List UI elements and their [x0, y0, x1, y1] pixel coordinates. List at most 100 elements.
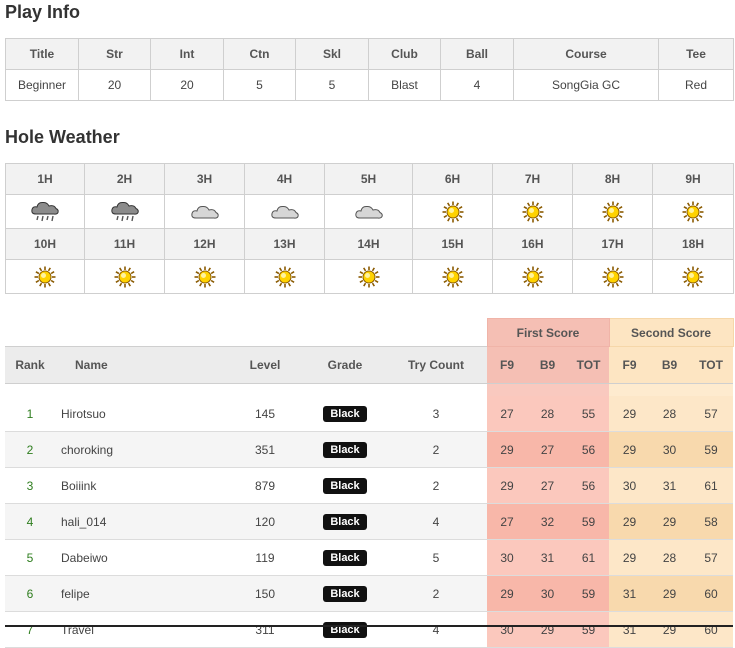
col-course: Course [513, 38, 659, 70]
rank-cell: 3 [5, 467, 55, 504]
table-row[interactable]: 6 felipe 150 Black 2 29 30 59 31 29 60 [5, 575, 734, 612]
try-count-cell: 2 [385, 467, 487, 504]
hole-weather-cell-7 [492, 194, 573, 229]
grade-cell: Black [305, 467, 385, 504]
first-b9-cell: 30 [527, 575, 568, 612]
hole-label-13: 13H [244, 228, 325, 260]
first-tot-cell: 55 [568, 396, 610, 432]
first-b9-cell: 32 [527, 503, 568, 540]
table-row[interactable]: 1 Hirotsuo 145 Black 3 27 28 55 29 28 57 [5, 396, 734, 432]
col-ball: Ball [440, 38, 514, 70]
grade-cell: Black [305, 503, 385, 540]
second-b9-cell: 28 [650, 396, 690, 432]
player-name[interactable]: Dabeiwo [55, 539, 225, 576]
grade-badge: Black [323, 405, 367, 422]
first-b9-cell: 28 [527, 396, 568, 432]
second-tot-cell: 59 [689, 431, 734, 468]
col-tee: Tee [658, 38, 734, 70]
col-ctn: Ctn [223, 38, 296, 70]
value-tee: Red [658, 69, 734, 101]
hole-weather-cell-15 [412, 259, 493, 294]
hole-label-11: 11H [84, 228, 165, 260]
hole-weather-cell-12 [164, 259, 245, 294]
value-int: 20 [150, 69, 224, 101]
hole-label-2: 2H [84, 163, 165, 195]
sun-icon [414, 201, 491, 223]
ranking-header-row: Rank Name Level Grade Try Count F9 B9 TO… [5, 346, 734, 384]
first-b9-cell: 31 [527, 539, 568, 576]
col-skl: Skl [295, 38, 369, 70]
cloud-icon [246, 203, 323, 221]
hole-weather-cell-9 [652, 194, 734, 229]
player-name[interactable]: Travel [55, 611, 225, 648]
table-row[interactable]: 3 Boiiink 879 Black 2 29 27 56 30 31 61 [5, 467, 734, 504]
player-name[interactable]: felipe [55, 575, 225, 612]
hole-weather-cell-1 [5, 194, 85, 229]
ranking-table: First Score Second Score Rank Name Level… [5, 318, 734, 648]
second-tot-cell: 61 [689, 467, 734, 504]
player-name[interactable]: choroking [55, 431, 225, 468]
hole-weather-cell-5 [324, 194, 413, 229]
second-tot-cell: 57 [689, 539, 734, 576]
col-second-b9: B9 [650, 346, 690, 384]
hole-weather-table: 1H 2H 3H 4H 5H 6H 7H 8H 9H 10H 11H 12H 13H 14H 15H 16H… [5, 163, 734, 294]
level-cell: 120 [225, 503, 305, 540]
value-str: 20 [78, 69, 151, 101]
level-cell: 311 [225, 611, 305, 648]
sun-icon [86, 266, 163, 288]
col-try-count: Try Count [385, 346, 487, 384]
try-count-cell: 2 [385, 575, 487, 612]
second-f9-cell: 30 [609, 467, 651, 504]
table-row[interactable]: 2 choroking 351 Black 2 29 27 56 29 30 59 [5, 431, 734, 468]
col-first-b9: B9 [527, 346, 568, 384]
rank-cell: 7 [5, 611, 55, 648]
sun-icon [574, 201, 651, 223]
grade-cell: Black [305, 575, 385, 612]
try-count-cell: 5 [385, 539, 487, 576]
table-row[interactable]: 7 Travel 311 Black 4 30 29 59 31 29 60 [5, 611, 734, 648]
play-info-table: Title Str Int Ctn Skl Club Ball Course T… [5, 38, 734, 101]
hole-weather-cell-2 [84, 194, 165, 229]
hole-weather-cell-16 [492, 259, 573, 294]
sun-icon [414, 266, 491, 288]
second-b9-cell: 29 [650, 611, 690, 648]
first-f9-cell: 29 [487, 467, 527, 504]
second-b9-cell: 30 [650, 431, 690, 468]
hole-label-14: 14H [324, 228, 413, 260]
table-row[interactable]: 4 hali_014 120 Black 4 27 32 59 29 29 58 [5, 503, 734, 540]
first-tot-cell: 59 [568, 611, 610, 648]
table-row[interactable]: 5 Dabeiwo 119 Black 5 30 31 61 29 28 57 [5, 539, 734, 576]
first-score-group: First Score [486, 318, 610, 347]
weather-icon-row-back [5, 259, 734, 294]
rank-cell: 4 [5, 503, 55, 540]
player-name[interactable]: Hirotsuo [55, 396, 225, 432]
hole-label-10: 10H [5, 228, 85, 260]
hole-weather-cell-3 [164, 194, 245, 229]
first-b9-cell: 27 [527, 431, 568, 468]
score-group-row: First Score Second Score [5, 318, 734, 347]
first-b9-cell: 29 [527, 611, 568, 648]
player-name[interactable]: Boiiink [55, 467, 225, 504]
first-tot-cell: 56 [568, 467, 610, 504]
hole-label-9: 9H [652, 163, 734, 195]
hole-label-8: 8H [572, 163, 653, 195]
col-club: Club [368, 38, 441, 70]
first-b9-cell: 27 [527, 467, 568, 504]
value-course: SongGia GC [513, 69, 659, 101]
player-name[interactable]: hali_014 [55, 503, 225, 540]
hole-label-18: 18H [652, 228, 734, 260]
hole-weather-cell-13 [244, 259, 325, 294]
col-first-f9: F9 [487, 346, 527, 384]
second-b9-cell: 28 [650, 539, 690, 576]
sun-icon [654, 266, 732, 288]
value-title: Beginner [5, 69, 79, 101]
col-grade: Grade [305, 346, 385, 384]
second-tot-cell: 60 [689, 611, 734, 648]
grade-badge: Black [323, 513, 367, 530]
first-f9-cell: 30 [487, 611, 527, 648]
grade-cell: Black [305, 539, 385, 576]
first-f9-cell: 29 [487, 575, 527, 612]
hole-weather-cell-10 [5, 259, 85, 294]
sun-icon [494, 201, 571, 223]
first-tot-cell: 56 [568, 431, 610, 468]
